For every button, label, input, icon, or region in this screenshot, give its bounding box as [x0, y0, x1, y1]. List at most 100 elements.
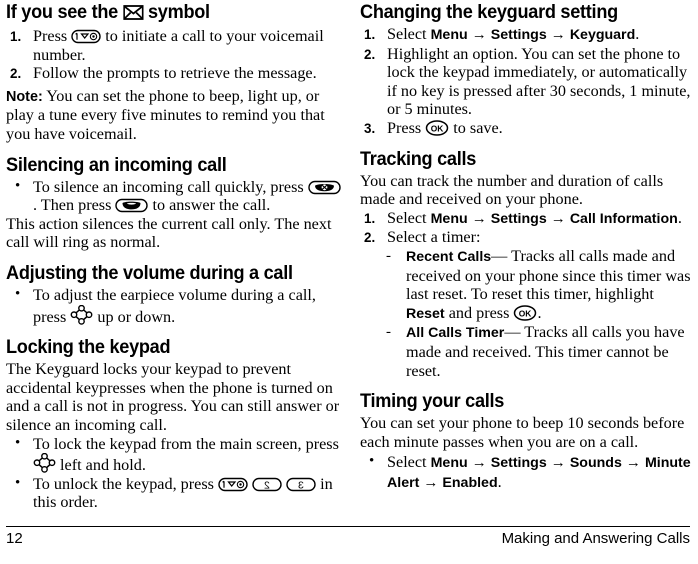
bullet-text-pre: To unlock the keypad, press	[33, 474, 214, 493]
navigation-key-icon	[70, 304, 93, 325]
list-item: - Recent Calls— Tracks all calls made an…	[382, 247, 696, 323]
volume-bullet-list: • To adjust the earpiece volume during a…	[6, 286, 342, 326]
timer-term: All Calls Timer	[406, 325, 505, 342]
note-paragraph: Note: You can set the phone to beep, lig…	[6, 87, 342, 144]
manual-page: If you see the symbol 1. Press to initia…	[0, 0, 698, 564]
bullet-text-post: left and hold.	[60, 456, 146, 475]
keyguard-description: The Keyguard locks your keypad to preven…	[6, 360, 340, 434]
bullet-text-mid: . Then press	[33, 196, 112, 215]
note-text: You can set the phone to beep, light up,…	[6, 86, 325, 143]
menu-path-item: Enabled	[442, 474, 498, 491]
page-footer: 12 Making and Answering Calls	[6, 526, 690, 556]
step-lead: Select	[387, 25, 427, 43]
heading-changing-keyguard-setting: Changing the keyguard setting	[360, 1, 618, 23]
navigation-key-icon	[33, 453, 56, 473]
timing-calls-description: You can set your phone to beep 10 second…	[360, 414, 685, 451]
heading-tracking-calls: Tracking calls	[360, 147, 477, 170]
ok-key-icon: OK	[513, 304, 537, 321]
heading-adjusting-volume: Adjusting the volume during a call	[6, 261, 293, 284]
list-item: • To silence an incoming call quickly, p…	[6, 178, 342, 215]
ok-key-icon: OK	[425, 120, 449, 136]
tracking-calls-description: You can track the number and duration of…	[360, 171, 664, 209]
timer-options-list: - Recent Calls— Tracks all calls made an…	[382, 247, 696, 380]
timer-term: Recent Calls	[406, 248, 492, 265]
menu-path-item: Settings	[490, 455, 547, 472]
list-item: 1. Press to initiate a call to your voic…	[6, 27, 342, 64]
step-text-post: Follow the prompts to retrieve the messa…	[33, 64, 317, 83]
right-column: Changing the keyguard setting 1. Select …	[356, 2, 696, 526]
step-number: 1.	[364, 27, 376, 42]
bullet-text-pre: To silence an incoming call quickly, pre…	[33, 177, 304, 196]
dash-glyph: -	[386, 247, 391, 264]
arrow-icon: →	[471, 27, 487, 43]
bullet-lead: Select	[387, 453, 427, 472]
list-item: 1. Select Menu → Settings → Call Informa…	[360, 209, 696, 229]
step-number: 2.	[364, 46, 376, 62]
arrow-icon: →	[625, 455, 641, 472]
timer-text-3: .	[537, 303, 542, 322]
footer-row: 12 Making and Answering Calls	[6, 527, 690, 547]
step-text-pre: Press	[33, 27, 68, 45]
step-number: 1.	[364, 210, 376, 226]
arrow-icon: →	[471, 455, 487, 472]
step-number: 2.	[10, 66, 22, 82]
end-call-key-icon	[308, 180, 341, 195]
step-text: Highlight an option. You can set the pho…	[387, 44, 691, 119]
heading-if-you-see-symbol: If you see the symbol	[6, 2, 318, 25]
svg-text:3: 3	[298, 479, 304, 491]
list-item: - All Calls Timer— Tracks all calls you …	[382, 323, 696, 380]
list-item: • To adjust the earpiece volume during a…	[6, 286, 342, 326]
menu-path-item: Sounds	[569, 455, 622, 472]
list-item: • To unlock the keypad, press 2 3 in thi…	[6, 475, 342, 512]
two-column-layout: If you see the symbol 1. Press to initia…	[6, 2, 691, 526]
bullet-text-post: to answer the call.	[152, 196, 271, 215]
left-column: If you see the symbol 1. Press to initia…	[6, 2, 342, 526]
svg-text:OK: OK	[519, 308, 532, 318]
heading-locking-keypad: Locking the keypad	[6, 336, 171, 359]
keypad-lock-bullet-list: • To lock the keypad from the main scree…	[6, 435, 342, 512]
bullet-glyph: •	[15, 434, 21, 451]
heading-text-pre: If you see the	[6, 1, 118, 23]
bullet-text-post: up or down.	[97, 307, 176, 326]
bullet-glyph: •	[369, 453, 375, 470]
list-item: • To lock the keypad from the main scree…	[6, 435, 342, 475]
em-dash: —	[491, 246, 508, 265]
svg-text:2: 2	[264, 479, 270, 491]
step-trail: .	[677, 208, 682, 227]
menu-path-item: Keyguard	[569, 27, 636, 43]
menu-path-item: Menu	[430, 210, 468, 227]
menu-path-item: Menu	[430, 27, 468, 43]
heading-timing-your-calls: Timing your calls	[360, 390, 505, 413]
arrow-icon: →	[550, 27, 566, 43]
step-text-pre: Press	[387, 118, 422, 137]
arrow-icon: →	[550, 210, 566, 227]
keyguard-steps-list: 1. Select Menu → Settings → Keyguard. 2.…	[360, 25, 696, 138]
voicemail-key-icon	[71, 29, 101, 44]
bullet-glyph: •	[15, 474, 21, 491]
silence-note-paragraph: This action silences the current call on…	[6, 214, 332, 252]
list-item: • Select Menu → Settings → Sounds → Minu…	[360, 453, 696, 492]
arrow-icon: →	[471, 210, 487, 227]
menu-path-item: Call Information	[569, 210, 678, 227]
bullet-trail: .	[497, 472, 502, 491]
step-number: 3.	[364, 120, 376, 136]
heading-text-post: symbol	[147, 1, 210, 23]
envelope-icon	[122, 4, 144, 25]
menu-path-item: Settings	[490, 210, 547, 227]
bullet-text-pre: To lock the keypad from the main screen,…	[33, 434, 339, 453]
key-3-icon: 3	[286, 477, 316, 492]
list-item: 1. Select Menu → Settings → Keyguard.	[360, 25, 696, 45]
list-item: 2. Select a timer:	[360, 228, 696, 247]
step-trail: .	[635, 25, 640, 43]
em-dash: —	[504, 323, 521, 342]
menu-path-item: Settings	[490, 27, 547, 43]
menu-path-item: Menu	[430, 455, 468, 472]
svg-text:OK: OK	[431, 123, 444, 133]
list-item: 2. Follow the prompts to retrieve the me…	[6, 64, 342, 83]
arrow-icon: →	[423, 474, 439, 491]
arrow-icon: →	[550, 455, 566, 472]
step-text-post: to save.	[453, 118, 503, 137]
step-number: 1.	[10, 29, 22, 44]
step-text: Select a timer:	[387, 228, 481, 247]
bullet-glyph: •	[15, 285, 21, 302]
